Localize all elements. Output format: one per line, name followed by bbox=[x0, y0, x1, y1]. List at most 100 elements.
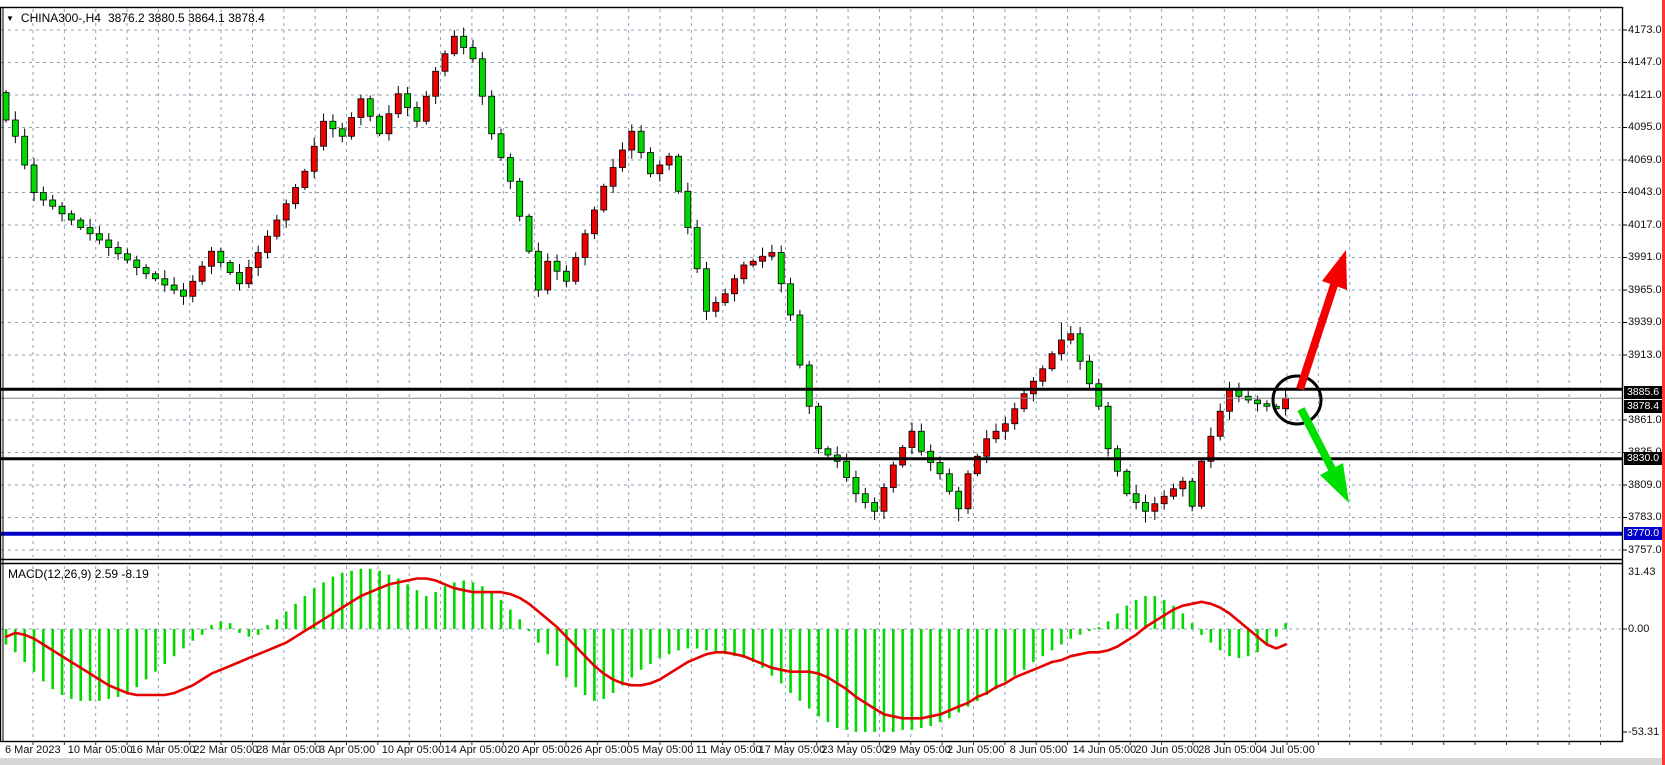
candle-body bbox=[265, 236, 271, 252]
candle-body bbox=[713, 303, 719, 312]
candle-body bbox=[152, 274, 158, 279]
candle-body bbox=[1264, 404, 1270, 407]
candle-body bbox=[377, 116, 383, 134]
date-tick-label: 5 May 05:00 bbox=[633, 744, 694, 756]
trading-chart-window: ▼ CHINA300-,H4 3876.2 3880.5 3864.1 3878… bbox=[0, 0, 1665, 765]
candle-body bbox=[386, 114, 392, 134]
date-tick-label: 23 May 05:00 bbox=[821, 744, 888, 756]
candle-body bbox=[526, 216, 532, 251]
candle-body bbox=[442, 54, 448, 72]
date-tick-label: 10 Apr 05:00 bbox=[382, 744, 444, 756]
price-tick-label: 4017.0 bbox=[1628, 219, 1662, 231]
date-tick-label: 14 Apr 05:00 bbox=[445, 744, 507, 756]
circle-annotation[interactable] bbox=[1273, 376, 1321, 424]
candle-body bbox=[1180, 481, 1186, 489]
candle-body bbox=[750, 261, 756, 265]
price-tick-label: 4121.0 bbox=[1628, 89, 1662, 101]
candle-body bbox=[1049, 354, 1055, 369]
date-tick-label: 6 Mar 2023 bbox=[5, 744, 61, 756]
candle-body bbox=[591, 210, 597, 234]
candle-body bbox=[423, 96, 429, 121]
price-tick-label: 3757.0 bbox=[1628, 544, 1662, 556]
candle-body bbox=[619, 150, 625, 168]
date-tick-label: 17 May 05:00 bbox=[759, 744, 826, 756]
candle-body bbox=[330, 121, 336, 129]
candle-body bbox=[12, 120, 18, 136]
candle-body bbox=[489, 96, 495, 134]
candle-body bbox=[498, 134, 504, 158]
candle-body bbox=[115, 248, 121, 254]
candle-body bbox=[788, 284, 794, 315]
candle-body bbox=[274, 220, 280, 236]
candle-body bbox=[349, 118, 355, 137]
candle-body bbox=[1068, 334, 1074, 340]
chart-title[interactable]: ▼ CHINA300-,H4 3876.2 3880.5 3864.1 3878… bbox=[6, 11, 265, 25]
price-badge: 3830.0 bbox=[1624, 452, 1662, 465]
price-tick-label: 3939.0 bbox=[1628, 316, 1662, 328]
candle-body bbox=[872, 503, 878, 512]
candle-body bbox=[563, 271, 569, 281]
candle-body bbox=[106, 240, 112, 248]
candle-body bbox=[339, 129, 345, 137]
candle-body bbox=[582, 234, 588, 258]
candle-body bbox=[806, 365, 812, 406]
candle-body bbox=[283, 204, 289, 220]
candle-body bbox=[414, 108, 420, 122]
date-tick-label: 28 Mar 05:00 bbox=[256, 744, 321, 756]
candle-body bbox=[1152, 504, 1158, 512]
candle-body bbox=[1077, 334, 1083, 362]
candle-body bbox=[124, 254, 130, 260]
candle-body bbox=[1142, 503, 1148, 512]
candle-body bbox=[311, 146, 317, 171]
candle-body bbox=[395, 94, 401, 114]
candle-body bbox=[601, 186, 607, 210]
price-tick-label: 3861.0 bbox=[1628, 414, 1662, 426]
candle-body bbox=[134, 260, 140, 268]
candle-body bbox=[554, 261, 560, 271]
candle-body bbox=[647, 153, 653, 174]
candle-body bbox=[722, 294, 728, 303]
candle-body bbox=[816, 406, 822, 449]
candle-body bbox=[1030, 381, 1036, 394]
candle-body bbox=[1199, 461, 1205, 506]
date-tick-label: 29 May 05:00 bbox=[884, 744, 951, 756]
candle-body bbox=[545, 261, 551, 290]
macd-indicator-label: MACD(12,26,9) 2.59 -8.19 bbox=[8, 567, 149, 581]
candle-body bbox=[78, 220, 84, 228]
symbol-period-label: CHINA300-,H4 bbox=[21, 11, 101, 25]
candle-body bbox=[853, 478, 859, 494]
candle-body bbox=[900, 448, 906, 466]
candle-body bbox=[890, 465, 896, 488]
candle-body bbox=[218, 251, 224, 262]
candle-body bbox=[1283, 398, 1289, 409]
candle-body bbox=[68, 214, 74, 220]
candle-body bbox=[358, 99, 364, 118]
bullish-arrow-annotation[interactable] bbox=[1300, 285, 1334, 389]
candle-body bbox=[1086, 361, 1092, 384]
price-badge: 3878.4 bbox=[1624, 400, 1662, 413]
chart-canvas[interactable] bbox=[0, 0, 1665, 765]
candle-body bbox=[50, 200, 56, 206]
date-tick-label: 20 Jun 05:00 bbox=[1135, 744, 1199, 756]
candle-body bbox=[1040, 369, 1046, 382]
candle-body bbox=[675, 156, 681, 191]
date-tick-label: 14 Jun 05:00 bbox=[1073, 744, 1137, 756]
candle-body bbox=[732, 279, 738, 294]
date-tick-label: 28 Jun 05:00 bbox=[1198, 744, 1262, 756]
candle-body bbox=[162, 279, 168, 285]
candle-body bbox=[918, 431, 924, 451]
macd-signal-line bbox=[6, 579, 1286, 719]
price-badge: 3885.6 bbox=[1624, 386, 1662, 399]
candle-body bbox=[31, 165, 37, 193]
candle-body bbox=[1171, 489, 1177, 497]
date-tick-label: 11 May 05:00 bbox=[696, 744, 762, 756]
candle-body bbox=[937, 463, 943, 474]
candle-body bbox=[451, 36, 457, 54]
candle-body bbox=[965, 474, 971, 509]
date-tick-label: 4 Jul 05:00 bbox=[1261, 744, 1315, 756]
symbol-dropdown-icon[interactable]: ▼ bbox=[6, 14, 14, 23]
price-tick-label: 4069.0 bbox=[1628, 154, 1662, 166]
candle-body bbox=[881, 488, 887, 512]
candle-body bbox=[797, 315, 803, 365]
candle-body bbox=[22, 136, 28, 165]
